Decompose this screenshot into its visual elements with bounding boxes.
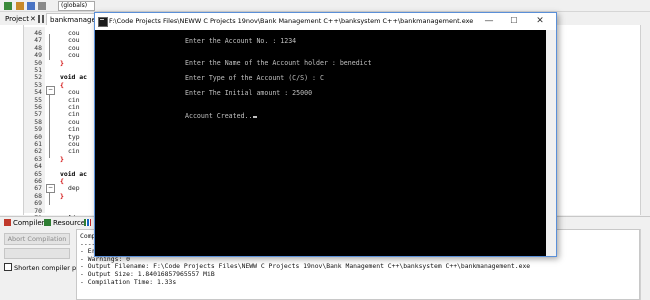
close-icon[interactable]: ✕ (30, 15, 36, 23)
bookmark-icon[interactable] (27, 2, 35, 10)
code-line: cin (68, 147, 80, 156)
minimize-button[interactable]: — (477, 14, 501, 28)
fold-toggle-icon[interactable]: − (46, 86, 55, 95)
resources-icon (44, 219, 51, 226)
code-line: } (60, 58, 64, 67)
code-line: { (60, 80, 64, 89)
tab-compiler[interactable]: Compiler (4, 218, 45, 229)
close-button[interactable]: ✕ (528, 14, 552, 28)
code-line: } (60, 191, 64, 200)
compile-log-icon (84, 219, 91, 226)
console-line-amount: Enter The Initial amount : 25000 (185, 89, 313, 97)
fold-guide (49, 34, 50, 60)
compiler-icon (4, 219, 11, 226)
tab-project[interactable]: Project (2, 13, 32, 25)
back-icon[interactable] (4, 2, 12, 10)
forward-icon[interactable] (16, 2, 24, 10)
code-line: dep (68, 184, 80, 193)
console-scrollbar[interactable] (546, 30, 556, 256)
fold-guide (49, 94, 50, 158)
project-panel (0, 25, 24, 215)
code-line: } (60, 154, 64, 163)
log-scrollbar[interactable] (640, 229, 650, 300)
code-line: { (60, 177, 64, 185)
console-line-holder: Enter the Name of the Account holder : b… (185, 59, 372, 67)
code-line: cou (68, 51, 80, 60)
panel-toggle-icon[interactable] (38, 15, 44, 23)
tab-resources[interactable]: Resources (44, 218, 89, 229)
text-cursor (252, 116, 257, 118)
code-line: void ac (60, 169, 87, 178)
console-line-created: Account Created.. (185, 112, 257, 121)
shorten-paths-checkbox[interactable] (4, 263, 12, 271)
console-app-icon (98, 17, 108, 27)
fold-guide (49, 192, 50, 205)
tab-compile-log[interactable] (84, 218, 93, 229)
console-created-text: Account Created.. (185, 112, 253, 120)
abort-compilation-button[interactable]: Abort Compilation (4, 233, 70, 245)
compiler-options-box (4, 248, 70, 259)
console-line-type: Enter Type of the Account (C/S) : C (185, 74, 324, 82)
console-line-account-no: Enter the Account No. : 1234 (185, 37, 297, 45)
fold-toggle-icon[interactable]: − (46, 184, 55, 193)
editor-scrollbar[interactable] (640, 25, 650, 215)
ide-toolbar: (globals) (0, 0, 650, 12)
globals-select[interactable]: (globals) (58, 1, 95, 11)
maximize-button[interactable]: ☐ (502, 14, 526, 28)
goto-icon[interactable] (38, 2, 46, 10)
console-titlebar[interactable]: F:\Code Projects Files\NEWW C Projects 1… (95, 13, 556, 30)
log-line: - Compilation Time: 1.33s (80, 277, 177, 286)
console-title: F:\Code Projects Files\NEWW C Projects 1… (109, 17, 474, 25)
code-line: void ac (60, 73, 87, 82)
tab-compiler-label: Compiler (13, 219, 45, 227)
